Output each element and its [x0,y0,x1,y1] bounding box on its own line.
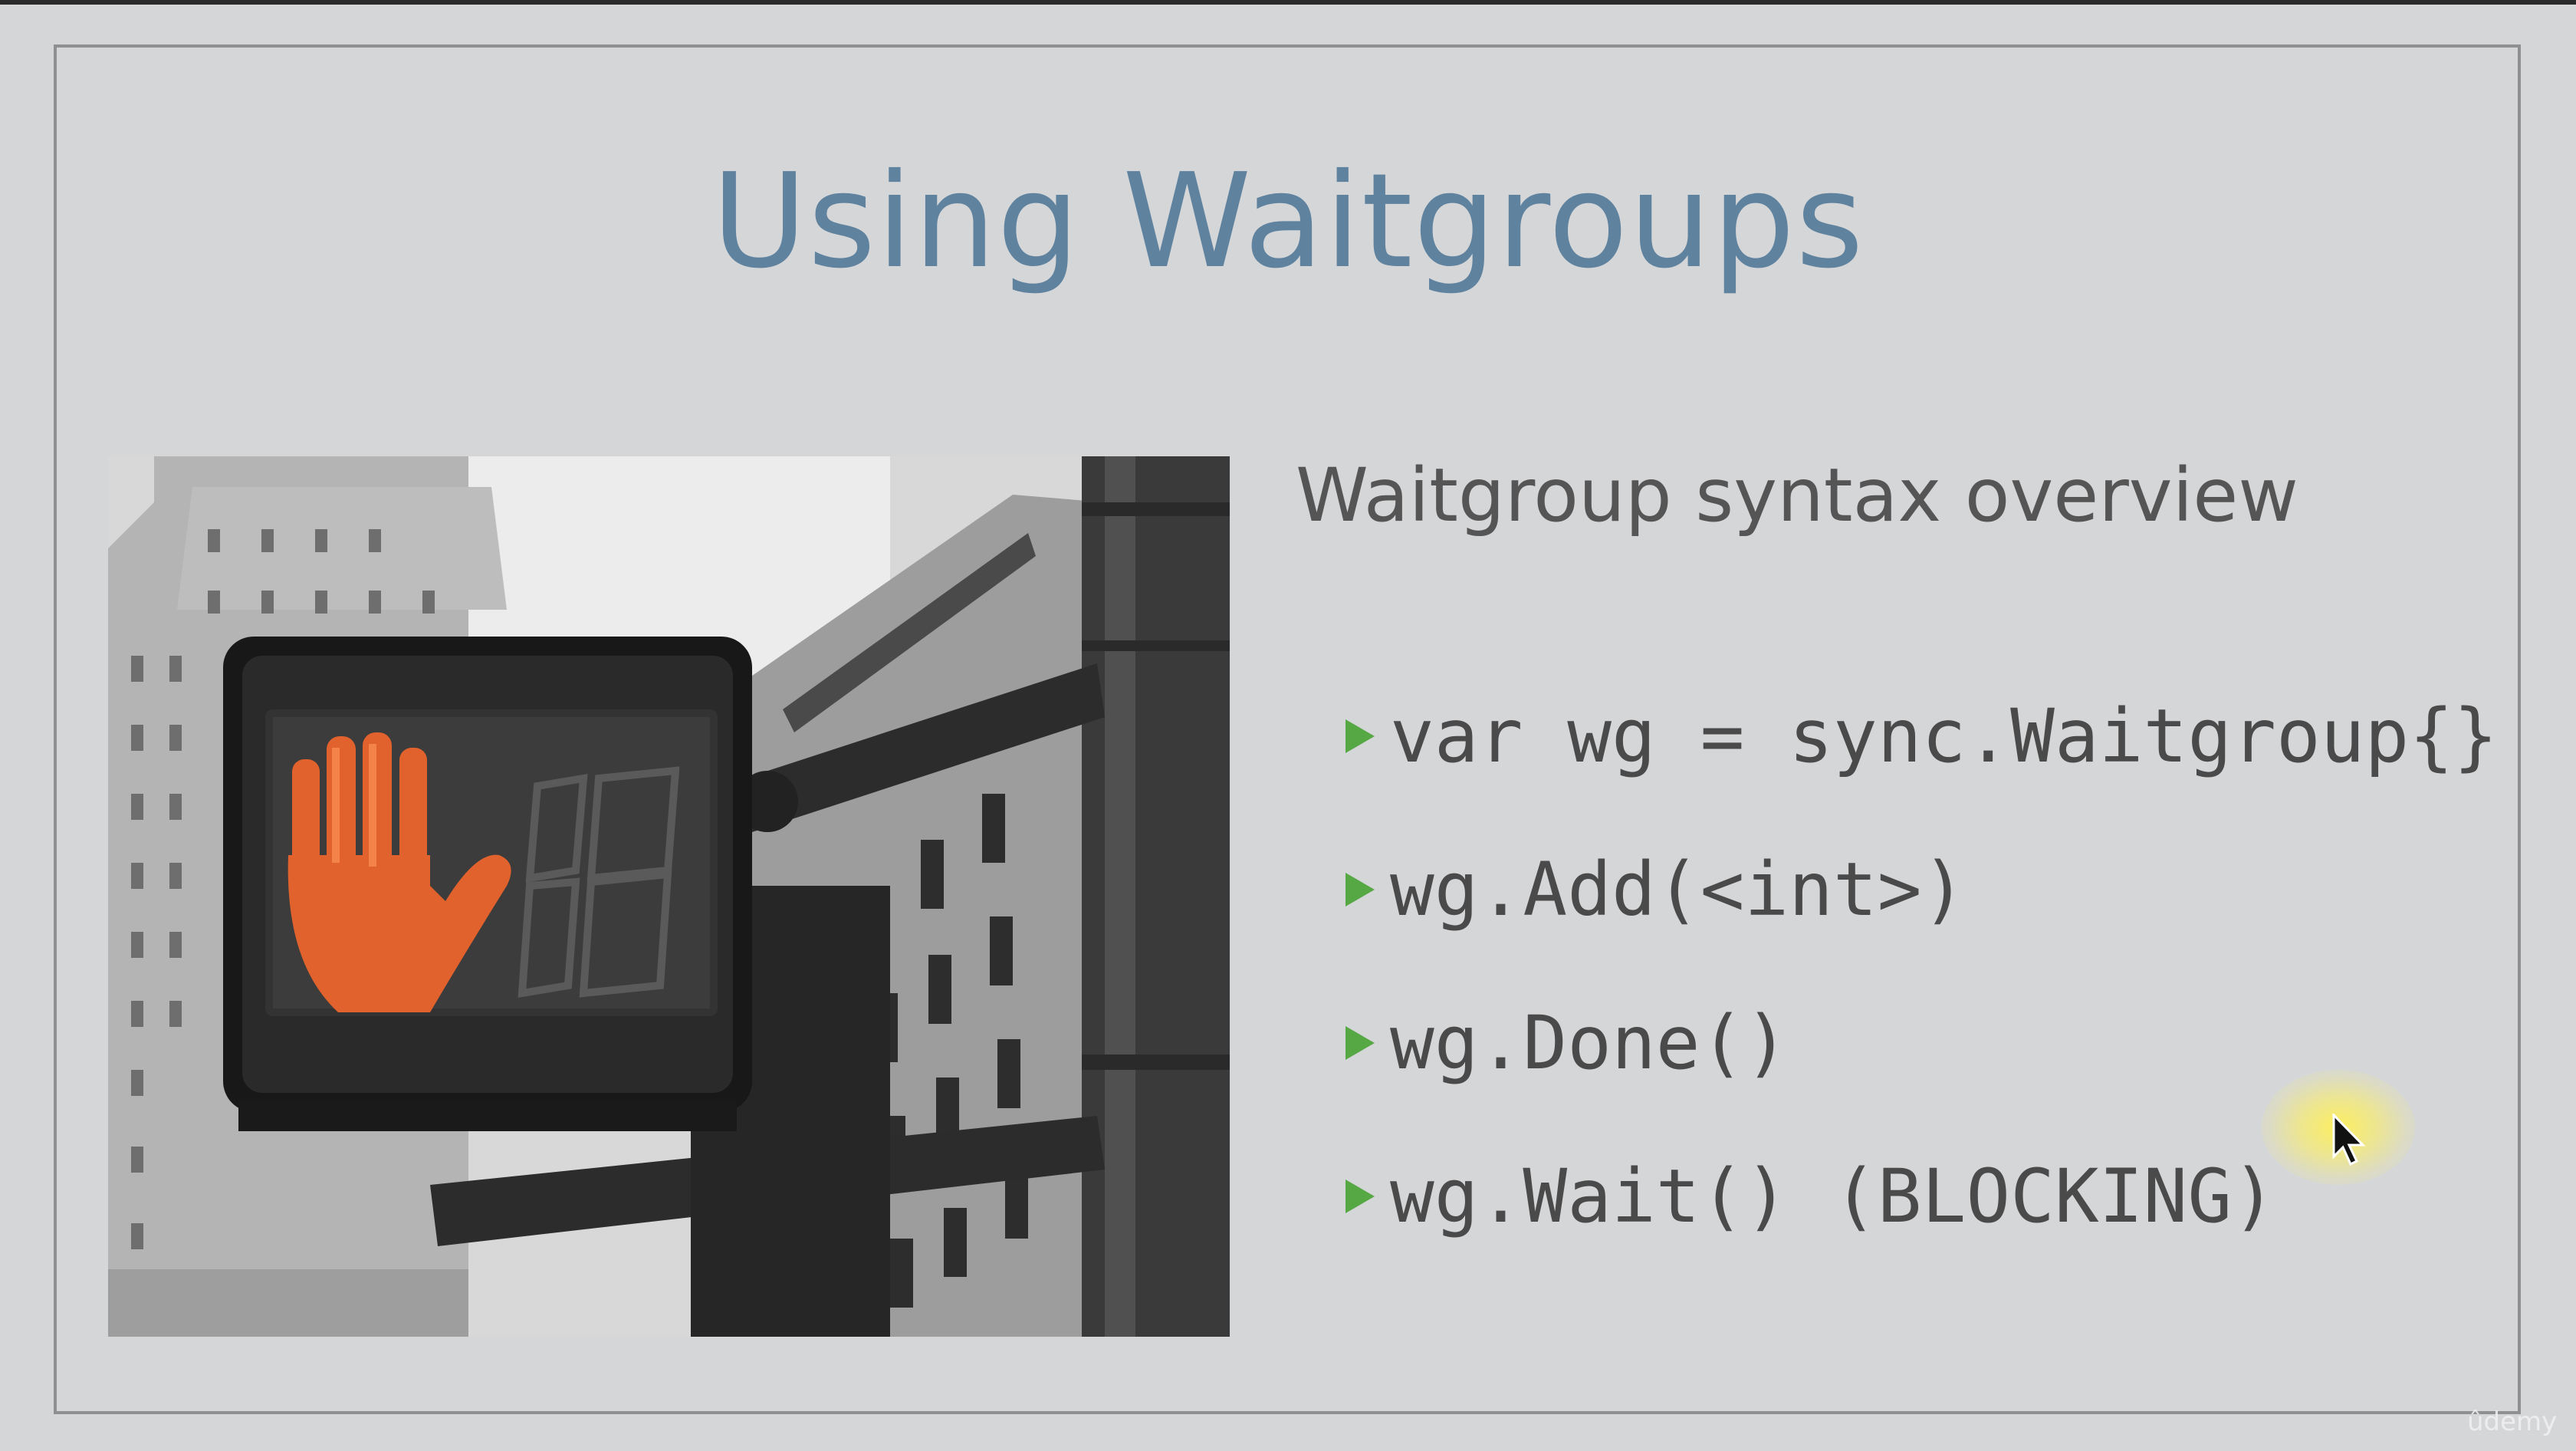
bullet-text: wg.Add(<int>) [1390,847,1967,933]
play-triangle-icon [1346,719,1375,753]
bullet-item: var wg = sync.Waitgroup{} [1346,660,2498,813]
play-triangle-icon [1346,873,1375,906]
bullet-text: var wg = sync.Waitgroup{} [1390,693,2498,779]
slide-stage: Using Waitgroups Waitgroup syntax overvi… [0,0,2576,1451]
udemy-watermark: ûdemy [2467,1407,2558,1437]
bullet-item: wg.Add(<int>) [1346,813,2498,966]
bullet-text: wg.Wait() (BLOCKING) [1390,1153,2276,1239]
play-triangle-icon [1346,1026,1375,1060]
play-triangle-icon [1346,1180,1375,1213]
slide-title: Using Waitgroups [711,146,1865,298]
subtitle: Waitgroup syntax overview [1296,452,2298,538]
mouse-cursor-icon [2332,1114,2366,1166]
bullet-text: wg.Done() [1390,1000,1789,1086]
top-strip [0,0,2576,5]
pedestrian-signal-photo [108,456,1230,1337]
